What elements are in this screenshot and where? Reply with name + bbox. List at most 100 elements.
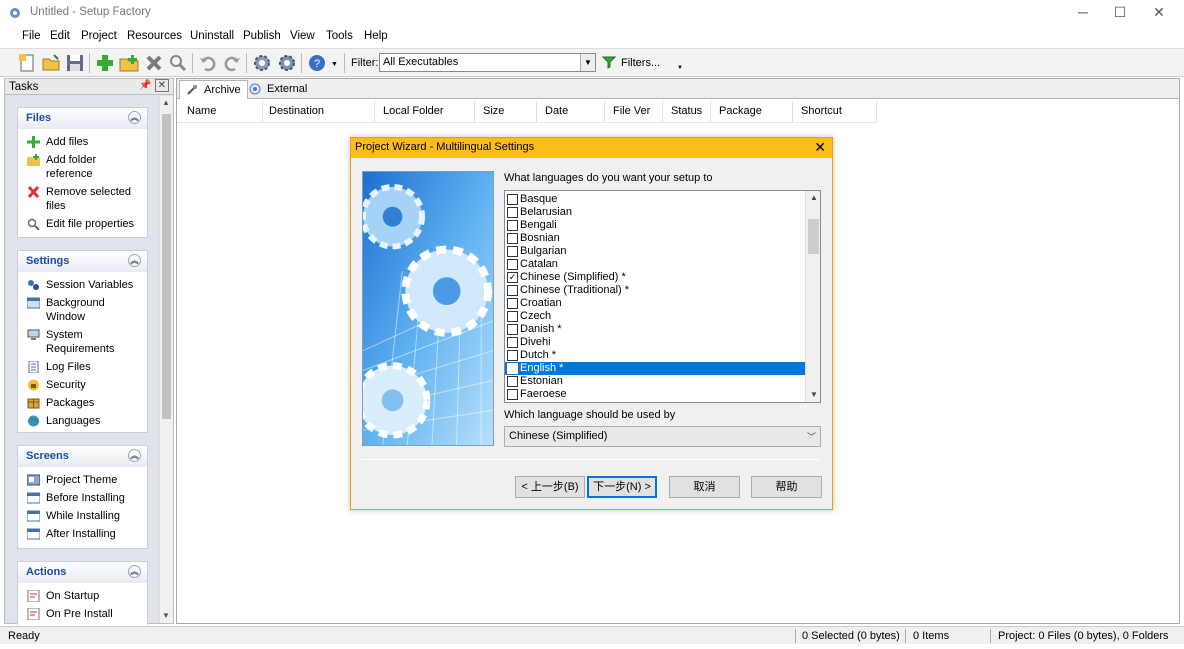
checkbox[interactable] [507,207,518,218]
help-button[interactable]: 帮助 [751,476,822,498]
language-item[interactable]: Divehi [505,336,820,349]
column-destination[interactable]: Destination [261,101,375,123]
checkbox[interactable] [507,324,518,335]
checkbox[interactable] [507,220,518,231]
language-item[interactable]: Basque [505,193,820,206]
menu-view[interactable]: View [290,30,315,42]
task-session-variables[interactable]: Session Variables [18,276,147,294]
scroll-down-icon[interactable]: ▼ [810,390,818,399]
language-item[interactable]: ✓ Chinese (Simplified) * [505,271,820,284]
collapse-icon[interactable]: ︽ [128,111,141,124]
help-icon[interactable]: ? [306,52,328,74]
column-package[interactable]: Package [711,101,793,123]
task-log-files[interactable]: Log Files [18,358,147,376]
language-item[interactable]: Bengali [505,219,820,232]
task-security[interactable]: Security [18,376,147,394]
language-item[interactable]: Bulgarian [505,245,820,258]
languages-scrollbar[interactable]: ▲ ▼ [805,191,820,402]
task-edit-file-properties[interactable]: Edit file properties [18,215,147,233]
task-background-window[interactable]: Background Window [18,294,147,326]
open-project-icon[interactable] [40,52,62,74]
language-item[interactable]: Catalan [505,258,820,271]
menu-project[interactable]: Project [81,30,117,42]
cancel-button[interactable]: 取消 [669,476,740,498]
checkbox[interactable] [507,337,518,348]
column-size[interactable]: Size [475,101,537,123]
filter-select[interactable]: All Executables ▼ [379,53,596,72]
scroll-thumb[interactable] [808,219,819,254]
task-on-pre-install[interactable]: On Pre Install [18,605,147,623]
dialog-close-icon[interactable]: ✕ [814,139,826,156]
settings-group-header[interactable]: Settings ︽ [18,251,147,272]
column-date[interactable]: Date [537,101,605,123]
add-folder-icon[interactable] [118,52,140,74]
task-languages[interactable]: Languages [18,412,147,430]
tab-archive[interactable]: Archive [179,80,248,99]
menu-uninstall[interactable]: Uninstall [190,30,234,42]
help-dropdown-icon[interactable]: ▼ [331,61,338,68]
column-local-folder[interactable]: Local Folder [375,101,475,123]
column-name[interactable]: Name [179,101,263,123]
back-button[interactable]: < 上一步(B) [515,476,585,498]
tab-external[interactable]: External [243,80,313,99]
task-project-theme[interactable]: Project Theme [18,471,147,489]
collapse-icon[interactable]: ︽ [128,449,141,462]
filters-dropdown-icon[interactable]: ▼ [677,65,683,71]
checkbox[interactable] [507,389,518,400]
checkbox[interactable] [507,298,518,309]
language-item[interactable]: Danish * [505,323,820,336]
new-project-icon[interactable] [16,52,38,74]
checkbox[interactable] [507,311,518,322]
task-system-requirements[interactable]: System Requirements [18,326,147,358]
scroll-up-icon[interactable]: ▲ [162,98,170,107]
undo-icon[interactable] [197,52,219,74]
screens-group-header[interactable]: Screens ︽ [18,446,147,467]
checkbox[interactable] [507,350,518,361]
checkbox[interactable] [507,363,518,374]
languages-listbox[interactable]: Basque Belarusian Bengali Bosnian Bulgar… [504,190,821,403]
language-item[interactable]: Estonian [505,375,820,388]
save-icon[interactable] [64,52,86,74]
task-packages[interactable]: Packages [18,394,147,412]
task-add-folder-reference[interactable]: Add folder reference [18,151,147,183]
language-item[interactable]: Dutch * [505,349,820,362]
menu-edit[interactable]: Edit [50,30,70,42]
tasks-scrollbar[interactable]: ▲ ▼ [159,96,173,623]
search-icon[interactable] [167,52,189,74]
default-language-select[interactable]: Chinese (Simplified) ﹀ [504,426,821,447]
menu-resources[interactable]: Resources [127,30,182,42]
checkbox[interactable] [507,259,518,270]
checkbox[interactable] [507,246,518,257]
redo-icon[interactable] [221,52,243,74]
checkbox[interactable] [507,376,518,387]
task-remove-selected-files[interactable]: Remove selected files [18,183,147,215]
scroll-down-icon[interactable]: ▼ [162,611,170,620]
remove-icon[interactable] [143,52,165,74]
menu-tools[interactable]: Tools [326,30,353,42]
task-before-installing[interactable]: Before Installing [18,489,147,507]
pin-icon[interactable]: 📌 [139,80,151,91]
scroll-thumb[interactable] [162,114,171,419]
language-item-selected[interactable]: English * [505,362,820,375]
checkbox[interactable] [507,194,518,205]
files-group-header[interactable]: Files ︽ [18,108,147,129]
checkbox[interactable] [507,233,518,244]
build-gear-icon[interactable] [251,52,273,74]
column-file-ver[interactable]: File Ver [605,101,663,123]
column-shortcut[interactable]: Shortcut [793,101,877,123]
menu-publish[interactable]: Publish [243,30,281,42]
task-after-installing[interactable]: After Installing [18,525,147,543]
language-item[interactable]: Chinese (Traditional) * [505,284,820,297]
scroll-up-icon[interactable]: ▲ [810,193,818,202]
column-status[interactable]: Status [663,101,711,123]
checkbox[interactable] [507,285,518,296]
settings-gear-icon[interactable] [276,52,298,74]
language-item[interactable]: Bosnian [505,232,820,245]
menu-file[interactable]: File [22,30,41,42]
next-button[interactable]: 下一步(N) > [587,476,657,498]
language-item[interactable]: Croatian [505,297,820,310]
add-files-icon[interactable] [94,52,116,74]
task-while-installing[interactable]: While Installing [18,507,147,525]
checkbox-checked[interactable]: ✓ [507,272,518,283]
language-item[interactable]: Faeroese [505,388,820,401]
